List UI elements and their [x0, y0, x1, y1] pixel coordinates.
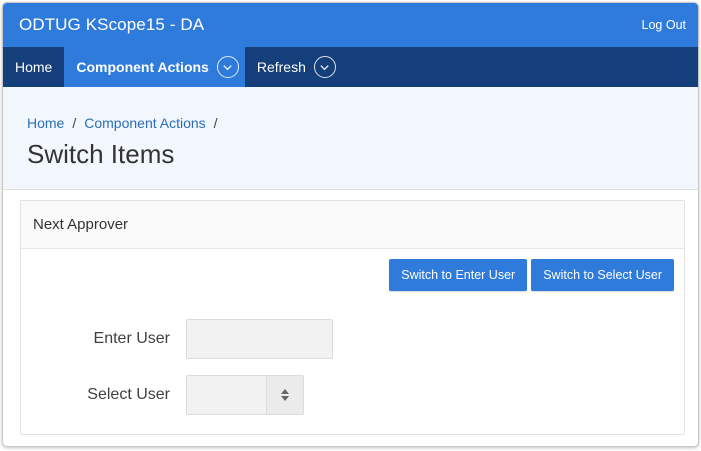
region-header: Next Approver [21, 201, 684, 249]
top-bar: ODTUG KScope15 - DA Log Out [3, 3, 698, 47]
nav-item-component-actions[interactable]: Component Actions [64, 47, 245, 87]
enter-user-input[interactable] [186, 319, 333, 359]
nav-item-label: Refresh [256, 59, 306, 75]
next-approver-region: Next Approver Switch to Enter User Switc… [20, 200, 685, 435]
nav-item-home[interactable]: Home [3, 47, 64, 87]
page-header: Home / Component Actions / Switch Items [3, 87, 698, 190]
page-title: Switch Items [27, 139, 175, 169]
logout-link[interactable]: Log Out [642, 18, 686, 32]
nav-item-label: Component Actions [76, 59, 209, 75]
app-title[interactable]: ODTUG KScope15 - DA [19, 15, 204, 35]
breadcrumb: Home / Component Actions / [27, 115, 674, 131]
up-down-arrows-icon[interactable] [266, 375, 304, 415]
browser-window: ODTUG KScope15 - DA Log Out Home Compone… [2, 2, 699, 447]
region-button-bar: Switch to Enter User Switch to Select Us… [389, 259, 674, 291]
chevron-down-icon[interactable] [313, 56, 336, 78]
enter-user-row: Enter User [21, 319, 333, 359]
switch-to-enter-user-button[interactable]: Switch to Enter User [389, 259, 528, 291]
breadcrumb-separator: / [72, 115, 77, 131]
nav-item-refresh[interactable]: Refresh [245, 47, 348, 87]
chevron-down-icon[interactable] [216, 56, 239, 78]
switch-to-select-user-button[interactable]: Switch to Select User [531, 259, 674, 291]
breadcrumb-link-home[interactable]: Home [27, 115, 64, 131]
select-user-label: Select User [87, 386, 170, 403]
main-navigation: Home Component Actions Refresh [3, 47, 698, 87]
select-user-select[interactable] [186, 375, 304, 415]
region-title: Next Approver [33, 216, 129, 233]
select-user-value[interactable] [186, 375, 266, 415]
enter-user-label: Enter User [93, 330, 170, 347]
breadcrumb-separator: / [213, 115, 218, 131]
nav-item-label: Home [15, 59, 53, 75]
select-user-row: Select User [21, 375, 304, 415]
breadcrumb-link-component-actions[interactable]: Component Actions [84, 115, 205, 131]
